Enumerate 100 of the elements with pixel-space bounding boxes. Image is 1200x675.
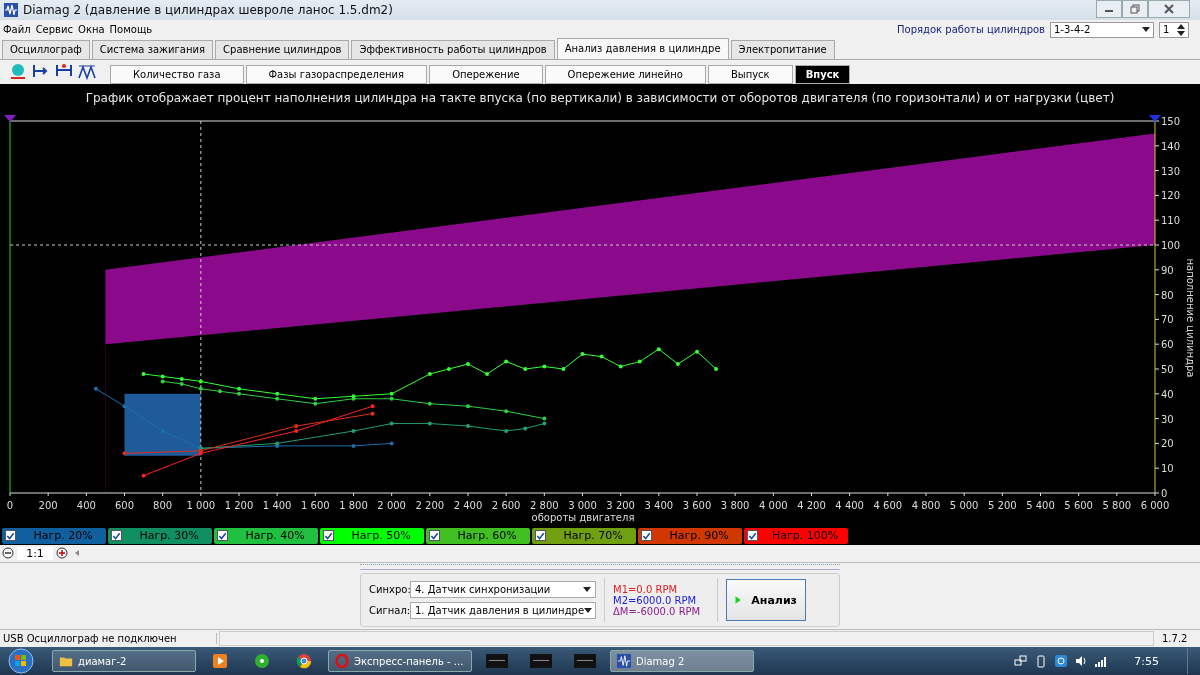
menu-item[interactable]: Окна — [78, 24, 105, 36]
tick-label: 60 — [1161, 338, 1174, 350]
menu-item[interactable]: Файл — [3, 24, 31, 36]
tick-label: 40 — [1161, 388, 1174, 400]
tick-label: 3 400 — [644, 499, 674, 511]
minimize-button[interactable] — [1096, 0, 1122, 18]
legend-item[interactable]: Нагр. 50% — [320, 527, 424, 544]
window-thumbnail[interactable] — [486, 654, 508, 669]
checkbox[interactable] — [217, 530, 228, 542]
window-thumbnail[interactable] — [530, 654, 552, 669]
status-text: USB Осциллограф не подключен — [0, 633, 217, 645]
taskbar-button[interactable]: Diamag 2 — [610, 650, 754, 673]
firing-order-dropdown[interactable]: 1-3-4-2 — [1050, 21, 1154, 38]
tick-label: 0 — [6, 499, 14, 511]
tab[interactable]: Сравнение цилиндров — [215, 39, 350, 59]
close-button[interactable] — [1148, 0, 1190, 18]
tab[interactable]: Опережение линейно — [544, 64, 706, 84]
browser-icon[interactable] — [296, 653, 312, 670]
tick-label: 3 600 — [682, 499, 712, 511]
tick-label: 200 — [38, 499, 58, 511]
checkbox[interactable] — [111, 530, 122, 542]
chart-tool-icon[interactable] — [8, 61, 28, 82]
menu-item[interactable]: Помощь — [109, 24, 153, 36]
clock: 7:55 — [1134, 654, 1159, 668]
spinner-arrows-icon — [1177, 23, 1185, 36]
checkbox[interactable] — [5, 530, 16, 542]
tick-label: 3 000 — [568, 499, 597, 511]
tick-label: 80 — [1161, 289, 1174, 301]
tick-label: 10 — [1161, 462, 1174, 474]
tab[interactable]: Выпуск — [707, 64, 793, 84]
legend-item[interactable]: Нагр. 30% — [108, 527, 212, 544]
tab[interactable]: Количество газа — [110, 64, 244, 84]
legend-item[interactable]: Нагр. 40% — [214, 527, 318, 544]
sync-dropdown[interactable]: 4. Датчик синхронизации — [410, 581, 596, 599]
zoom-in-icon[interactable] — [56, 547, 68, 560]
menu-item[interactable]: Сервис — [35, 24, 73, 36]
tick-label: 4 000 — [759, 499, 788, 511]
taskbar-button[interactable]: диамаг-2 — [52, 650, 196, 673]
cylinder-spinner[interactable]: 1 — [1159, 21, 1189, 38]
media-player-icon[interactable] — [212, 653, 228, 670]
tab[interactable]: Анализ давления в цилиндре — [556, 37, 729, 59]
signal-label: Сигнал: — [369, 605, 407, 617]
tab[interactable]: Впуск — [794, 64, 851, 84]
y-axis-label: наполнение цилиндра — [1185, 258, 1196, 378]
legend-item[interactable]: Нагр. 100% — [744, 527, 848, 544]
tab[interactable]: Система зажигания — [91, 39, 214, 59]
tick-label: 2 000 — [377, 499, 406, 511]
marker-icon[interactable] — [4, 114, 16, 122]
legend-item[interactable]: Нагр. 90% — [638, 527, 742, 544]
tick-label: 2 800 — [530, 499, 559, 511]
tick-label: 2 600 — [491, 499, 521, 511]
tab[interactable]: Эффективность работы цилиндров — [351, 39, 555, 59]
zoom-level: 1:1 — [17, 546, 53, 560]
signal-app-icon[interactable] — [254, 653, 270, 670]
tick-label: 20 — [1161, 438, 1174, 450]
tab[interactable]: Электропитание — [730, 39, 835, 59]
tick-label: 110 — [1161, 214, 1181, 226]
tick-label: 6 000 — [1140, 499, 1170, 511]
marker-icon[interactable] — [1149, 114, 1161, 122]
signal-dropdown[interactable]: 1. Датчик давления в цилиндре — [410, 602, 596, 620]
tick-label: 4 200 — [797, 499, 826, 511]
tick-label: 150 — [1161, 115, 1181, 127]
window-thumbnail[interactable] — [574, 654, 596, 669]
x-axis-label: обороты двигателя — [531, 511, 635, 523]
window-title: Diamag 2 (давление в цилиндрах шевроле ланос 1.5.dm2) — [23, 2, 393, 17]
tick-label: 90 — [1161, 264, 1174, 276]
tick-label: 3 200 — [606, 499, 635, 511]
network-icon[interactable] — [1014, 654, 1029, 669]
analyze-button[interactable]: Анализ — [726, 579, 806, 622]
tick-label: 140 — [1161, 140, 1181, 152]
tick-label: 1 800 — [339, 499, 368, 511]
firing-order-label: Порядок работы цилиндров — [897, 24, 1045, 36]
marker-reading: M2=6000.0 RPM — [613, 594, 698, 606]
tick-label: 70 — [1161, 314, 1174, 326]
tab[interactable]: Фазы газораспределения — [245, 64, 428, 84]
restore-button[interactable] — [1122, 0, 1148, 18]
marker-reading: M1=0.0 RPM — [613, 583, 679, 595]
checkbox[interactable] — [429, 530, 440, 542]
waveform-icon — [617, 654, 631, 669]
legend-item[interactable]: Нагр. 60% — [426, 527, 530, 544]
tick-label: 1 400 — [262, 499, 292, 511]
checkbox[interactable] — [323, 530, 334, 542]
zoom-out-icon[interactable] — [2, 547, 14, 560]
tick-label: 1 600 — [301, 499, 330, 511]
checkbox[interactable] — [747, 530, 758, 542]
taskbar-button[interactable]: Экспресс-панель - ... — [328, 650, 472, 673]
checkbox[interactable] — [641, 530, 652, 542]
tick-label: 0 — [1161, 487, 1168, 499]
dropdown-arrow-icon — [1142, 27, 1150, 33]
tab[interactable]: Опережение — [429, 64, 543, 84]
ring-logo-icon — [335, 654, 349, 669]
legend-item[interactable]: Нагр. 70% — [532, 527, 636, 544]
tab[interactable]: Осциллограф — [2, 39, 90, 59]
signal-icon[interactable] — [1094, 654, 1109, 669]
splitter-handle[interactable] — [360, 564, 840, 571]
tick-label: 600 — [114, 499, 135, 511]
checkbox[interactable] — [535, 530, 546, 542]
tick-label: 2 400 — [453, 499, 483, 511]
update-icon[interactable] — [1054, 654, 1069, 669]
dropdown-arrow-icon — [583, 587, 591, 593]
